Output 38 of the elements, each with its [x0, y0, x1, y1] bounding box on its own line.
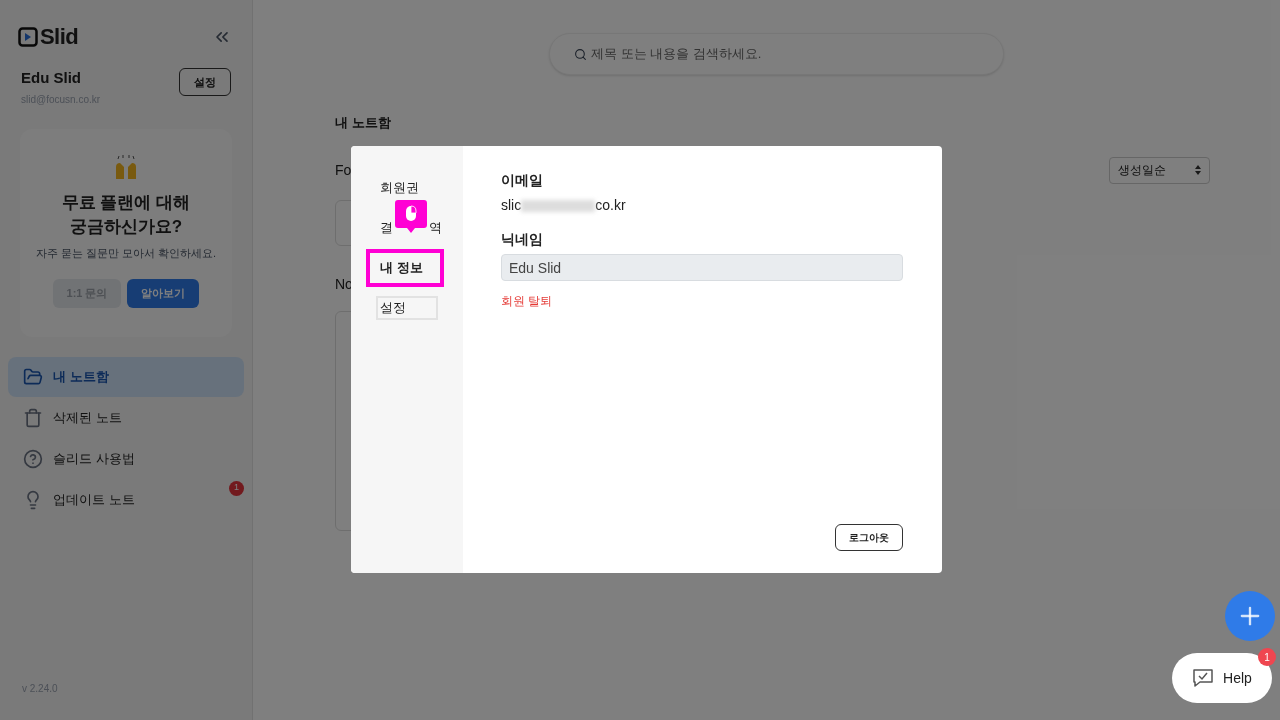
search-icon: [574, 47, 587, 61]
nav-item[interactable]: 내 노트함: [8, 356, 244, 397]
email-text-end: co.kr: [595, 196, 626, 215]
search-input[interactable]: 제목 또는 내용을 검색하세요.: [591, 44, 979, 64]
email-label: 이메일: [501, 171, 544, 190]
menu-tab[interactable]: 회원권: [366, 168, 433, 208]
promo-title: 무료 플랜에 대해: [61, 191, 191, 214]
menu-tab[interactable]: 결 역: [366, 208, 456, 248]
folders-label: Fo: [335, 160, 352, 180]
add-button[interactable]: [1225, 591, 1275, 641]
help-icon: [23, 448, 43, 469]
trash-icon: [23, 407, 43, 428]
chat-check-icon: [1192, 668, 1215, 688]
nickname-field[interactable]: Edu Slid: [501, 254, 903, 281]
nav-item[interactable]: 슬리드 사용법: [8, 438, 244, 479]
settings-button[interactable]: 설정: [179, 68, 231, 96]
notification-badge: 1: [1258, 648, 1276, 666]
user-name: Edu Slid: [21, 68, 82, 88]
logo-icon: [18, 26, 38, 47]
search-field[interactable]: 제목 또는 내용을 검색하세요.: [549, 33, 1004, 75]
nickname-label: 닉네임: [501, 230, 544, 249]
learn-more-button[interactable]: 알아보기: [127, 279, 200, 308]
email-text-start: slic: [501, 196, 522, 215]
cursor-marker-icon: [395, 200, 427, 234]
logout-button[interactable]: 로그아웃: [835, 524, 903, 551]
section-heading: 내 노트함: [335, 114, 392, 132]
sort-select[interactable]: 생성일순: [1109, 156, 1210, 184]
promo-title: 궁금하신가요?: [69, 215, 183, 238]
nav-item[interactable]: 삭제된 노트: [8, 397, 244, 438]
folder-icon: [23, 366, 43, 387]
logo-text: Slid: [40, 23, 79, 51]
promo-subtitle: 자주 묻는 질문만 모아서 확인하세요.: [35, 245, 217, 261]
nav-item[interactable]: 업데이트 노트 1: [8, 479, 244, 520]
menu-tab[interactable]: 내 정보: [366, 249, 444, 287]
withdraw-link[interactable]: 회원 탈퇴: [501, 292, 553, 310]
updown-caret-icon: [1195, 165, 1201, 175]
menu-tab[interactable]: 설정: [376, 296, 438, 320]
notification-badge: 1: [229, 480, 244, 496]
